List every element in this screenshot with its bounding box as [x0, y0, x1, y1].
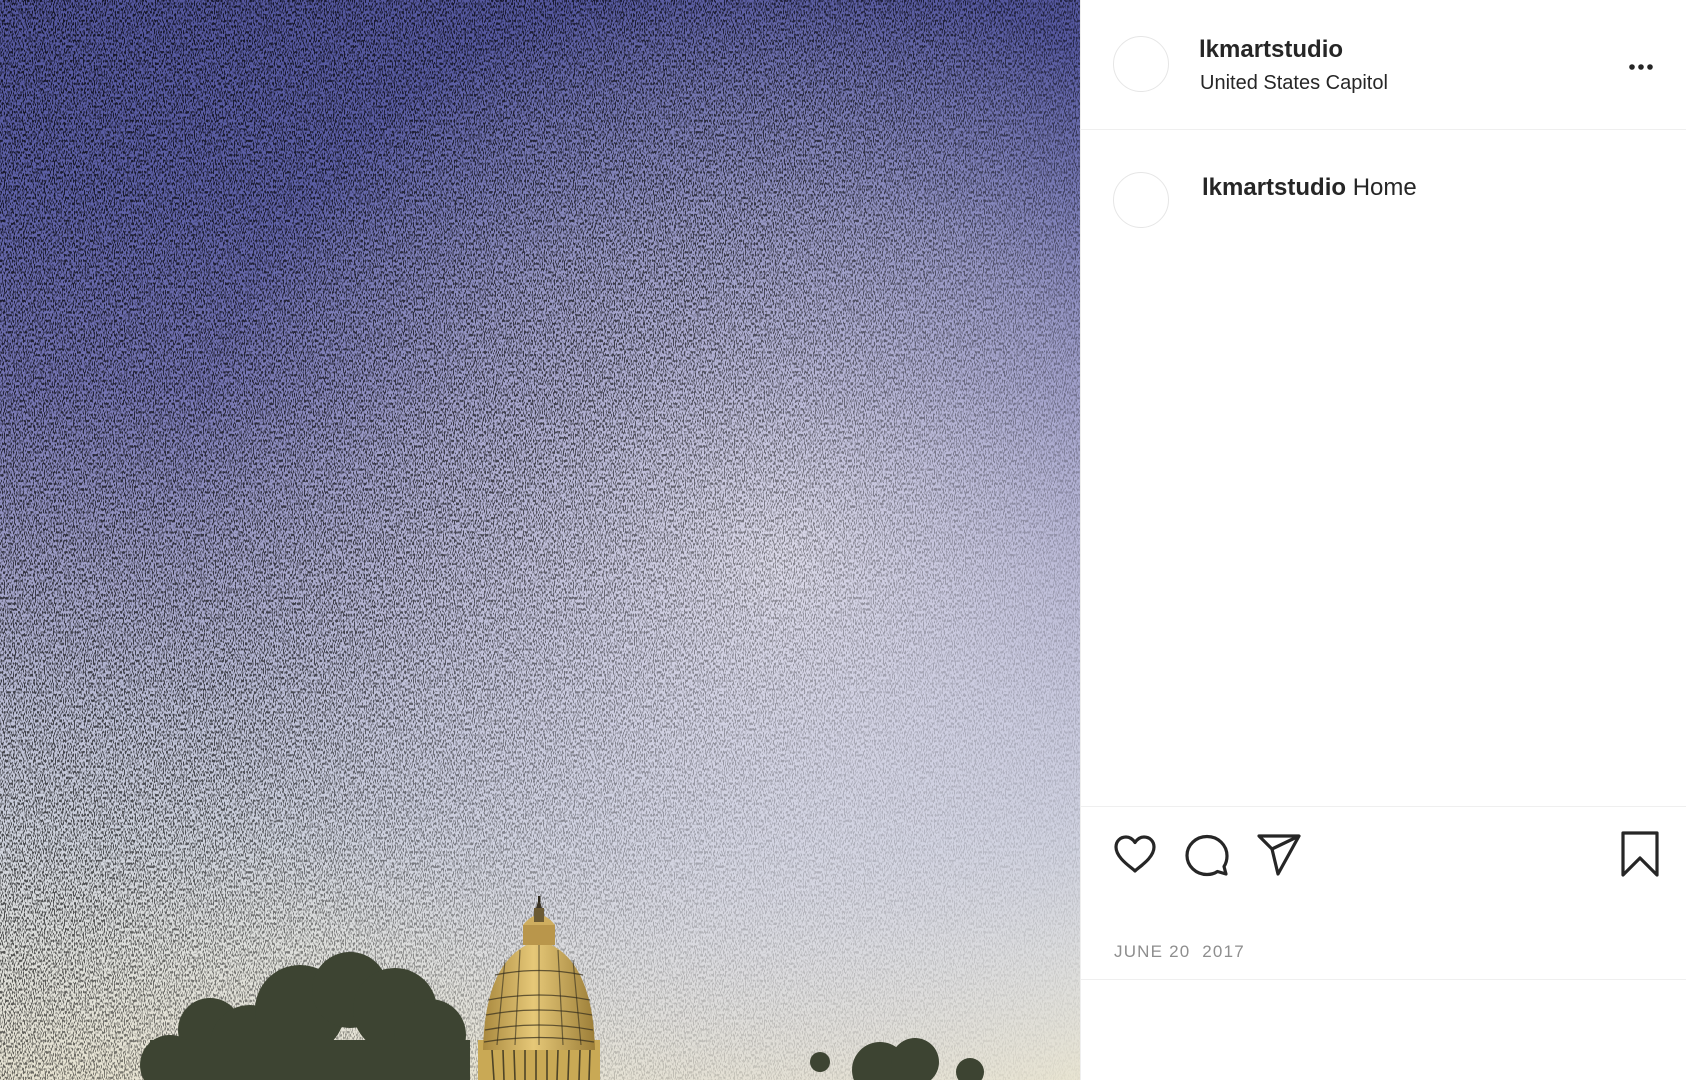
bookmark-icon [1621, 831, 1659, 877]
capitol-sky-image [0, 0, 1080, 1080]
avatar[interactable] [1113, 36, 1169, 92]
post-details-panel: lkmartstudio United States Capitol lkmar… [1080, 0, 1686, 1080]
post-date[interactable]: JUNE 20 2017 [1114, 942, 1245, 962]
like-button[interactable] [1111, 830, 1159, 878]
caption-username[interactable]: lkmartstudio [1202, 174, 1346, 201]
caption: lkmartstudio Home [1202, 174, 1417, 202]
comment-button[interactable] [1183, 830, 1231, 878]
heart-icon [1114, 835, 1156, 873]
paper-plane-icon [1257, 834, 1301, 876]
post-username[interactable]: lkmartstudio [1199, 36, 1343, 64]
save-button[interactable] [1616, 830, 1664, 878]
share-button[interactable] [1255, 830, 1303, 878]
caption-text: Home [1352, 174, 1417, 201]
more-options-icon [1629, 64, 1653, 70]
post-header: lkmartstudio United States Capitol [1081, 0, 1686, 130]
more-options-button[interactable] [1621, 50, 1661, 80]
comment-bubble-icon [1185, 834, 1229, 877]
action-bar: JUNE 20 2017 [1081, 806, 1686, 980]
post-location[interactable]: United States Capitol [1200, 72, 1388, 95]
caption-avatar[interactable] [1113, 172, 1169, 228]
post-photo [0, 0, 1080, 1080]
